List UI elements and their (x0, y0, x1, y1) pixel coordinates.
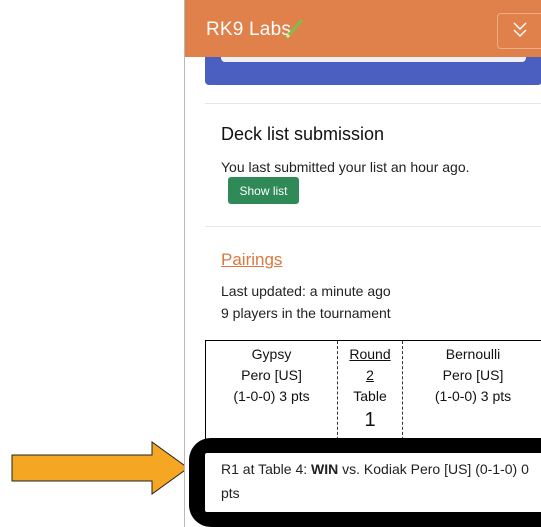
round-result-row: R1 at Table 4: WIN vs. Kodiak Pero [US] … (205, 453, 541, 512)
navbar-toggle-button[interactable] (497, 13, 541, 49)
result-highlight-box: R1 at Table 4: WIN vs. Kodiak Pero [US] … (189, 438, 541, 527)
annotation-arrow (11, 441, 189, 495)
show-list-button[interactable]: Show list (228, 177, 299, 204)
player1-record: (1-0-0) 3 pts (233, 388, 310, 404)
round-link[interactable]: Round (337, 344, 403, 365)
player2-cell: Bernoulli Pero [US] (1-0-0) 3 pts (403, 344, 541, 407)
result-prefix: R1 at Table 4: (221, 461, 312, 477)
player-count-text: 9 players in the tournament (221, 305, 391, 321)
last-updated-text: Last updated: a minute ago (221, 283, 391, 299)
divider (205, 226, 541, 227)
player1-cell: Gypsy Pero [US] (1-0-0) 3 pts (206, 344, 337, 407)
player2-first-name: Bernoulli (445, 346, 501, 362)
player1-first-name: Gypsy (251, 346, 292, 362)
deck-submission-status: You last submitted your list an hour ago… (221, 159, 470, 175)
pencil-icon (285, 19, 303, 39)
divider (205, 103, 541, 104)
navbar: RK9 Labs (185, 0, 541, 57)
previous-card (205, 57, 541, 85)
previous-card-input (221, 57, 526, 62)
table-label: Table (353, 388, 387, 404)
chevron-double-down-icon (513, 22, 527, 37)
player1-last-name: Pero [US] (241, 367, 302, 383)
player2-record: (1-0-0) 3 pts (434, 388, 512, 404)
table-number: 1 (364, 409, 376, 431)
result-outcome: WIN (311, 461, 339, 477)
player2-last-name: Pero [US] (442, 367, 504, 383)
round-table-cell: Round 2 Table 1 (337, 344, 403, 433)
pairings-link[interactable]: Pairings (221, 250, 282, 270)
mobile-viewport: RK9 Labs Deck list submission You last s… (184, 0, 541, 527)
round-result-text: R1 at Table 4: WIN vs. Kodiak Pero [US] … (221, 457, 536, 505)
brand-logo[interactable]: RK9 Labs (206, 19, 291, 41)
deck-section-title: Deck list submission (221, 124, 385, 144)
round-number-link[interactable]: 2 (337, 365, 403, 386)
